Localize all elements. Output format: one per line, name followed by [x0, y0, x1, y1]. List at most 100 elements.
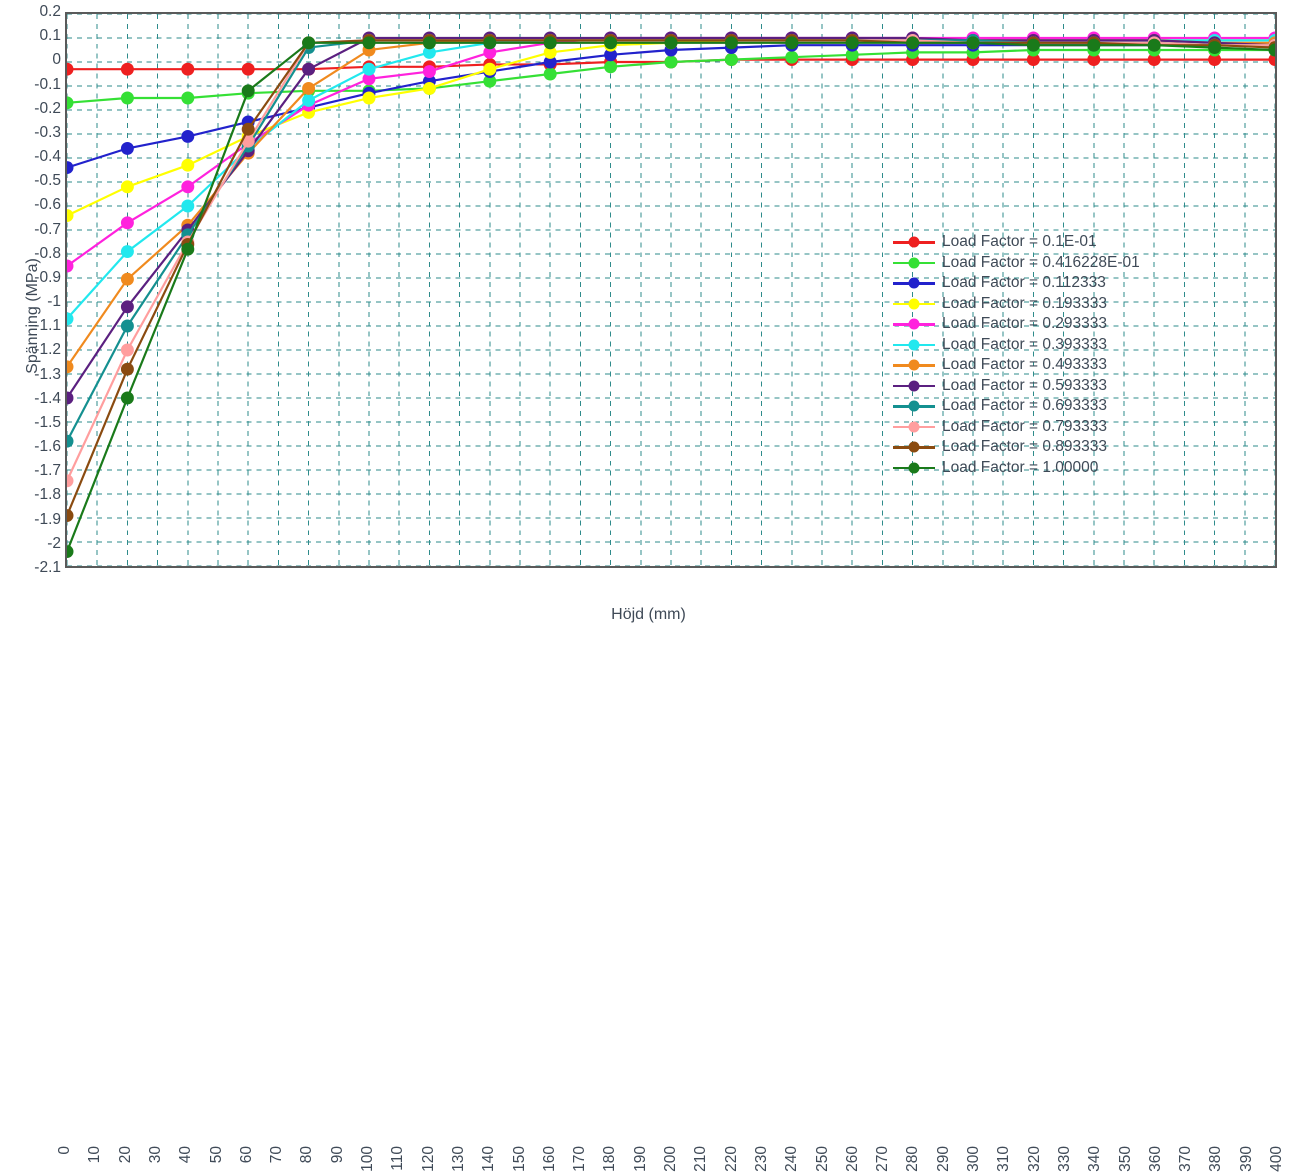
legend-swatch-marker-icon — [908, 380, 920, 392]
x-tick-label: 390 — [1237, 1146, 1255, 1172]
y-tick-label: -0.9 — [34, 268, 61, 286]
legend-item[interactable]: Load Factor = 0.393333 — [893, 335, 1140, 356]
y-tick-label: 0.1 — [39, 27, 61, 45]
x-tick-label: 220 — [722, 1146, 740, 1172]
x-tick-label: 160 — [540, 1146, 558, 1172]
legend-swatch-line — [893, 462, 935, 474]
x-tick-label: 90 — [328, 1146, 346, 1164]
legend-item[interactable]: Load Factor = 0.193333 — [893, 294, 1140, 315]
x-tick-label: 290 — [934, 1146, 952, 1172]
legend-label: Load Factor = 0.112333 — [942, 274, 1106, 292]
x-tick-label: 370 — [1177, 1146, 1195, 1172]
y-tick-label: -1.2 — [34, 341, 61, 359]
legend-label: Load Factor = 0.493333 — [942, 356, 1108, 374]
x-tick-label: 240 — [783, 1146, 801, 1172]
y-tick-label: 0.2 — [39, 3, 61, 20]
legend-item[interactable]: Load Factor = 0.112333 — [893, 273, 1140, 294]
x-tick-label: 100 — [359, 1146, 376, 1172]
legend-label: Load Factor = 0.393333 — [942, 335, 1108, 353]
y-tick-label: -0.3 — [34, 123, 61, 141]
legend-item[interactable]: Load Factor = 0.416228E-01 — [893, 253, 1140, 274]
legend-label: Load Factor = 0.293333 — [942, 315, 1108, 333]
chart-root: Spänning (MPa) Höjd (mm) 0.2 0.1 0 -0.1 -0.2… — [0, 0, 1297, 1172]
legend-swatch-marker-icon — [908, 236, 920, 248]
x-axis-title: Höjd (mm) — [611, 606, 686, 623]
legend-label: Load Factor = 0.693333 — [942, 397, 1108, 415]
y-tick-label: -1.7 — [34, 462, 61, 480]
x-tick-label: 140 — [480, 1146, 498, 1172]
x-tick-label: 320 — [1025, 1146, 1043, 1172]
legend-label: Load Factor = 0.193333 — [942, 294, 1108, 312]
y-tick-label: -1.4 — [34, 389, 61, 407]
legend-item[interactable]: Load Factor = 0.493333 — [893, 355, 1140, 376]
legend-item[interactable]: Load Factor = 0.1E-01 — [893, 232, 1140, 253]
legend-label: Load Factor = 0.593333 — [942, 376, 1108, 394]
legend-swatch-marker-icon — [908, 339, 920, 351]
legend-swatch-line — [893, 400, 935, 412]
legend-swatch-line — [893, 318, 935, 330]
y-tick-label: -0.5 — [34, 172, 61, 190]
x-tick-label: 190 — [631, 1146, 649, 1172]
legend-label: Load Factor = 0.416228E-01 — [942, 253, 1140, 271]
legend-swatch-marker-icon — [908, 441, 920, 453]
x-tick-label: 260 — [843, 1146, 861, 1172]
legend-swatch-marker-icon — [908, 462, 920, 474]
x-tick-label: 0 — [56, 1146, 73, 1155]
x-tick-label: 200 — [662, 1146, 679, 1172]
x-tick-label: 180 — [601, 1146, 619, 1172]
y-tick-label: -2 — [47, 534, 61, 552]
y-tick-label: -1.1 — [34, 317, 61, 335]
x-tick-label: 170 — [571, 1146, 589, 1172]
x-tick-label: 20 — [116, 1146, 134, 1164]
y-tick-label: -1.6 — [34, 438, 61, 456]
legend-label: Load Factor = 0.893333 — [942, 438, 1108, 456]
legend-swatch-marker-icon — [908, 277, 920, 289]
legend-swatch-line — [893, 236, 935, 248]
x-tick-label: 70 — [268, 1146, 286, 1164]
x-tick-label: 10 — [86, 1146, 104, 1164]
y-tick-label: -1.9 — [34, 510, 61, 528]
legend-swatch-marker-icon — [908, 359, 920, 371]
x-tick-label: 400 — [1268, 1146, 1285, 1172]
y-tick-label: -0.8 — [34, 244, 61, 262]
x-tick-label: 280 — [904, 1146, 922, 1172]
x-tick-label: 30 — [146, 1146, 164, 1164]
x-tick-label: 80 — [298, 1146, 316, 1164]
x-tick-label: 350 — [1116, 1146, 1134, 1172]
y-tick-label: -0.1 — [34, 75, 61, 93]
legend-item[interactable]: Load Factor = 0.693333 — [893, 396, 1140, 417]
y-tick-label: -0.7 — [34, 220, 61, 238]
y-tick-label: -1.8 — [34, 486, 61, 504]
legend-item[interactable]: Load Factor = 0.793333 — [893, 417, 1140, 438]
x-tick-label: 300 — [965, 1146, 982, 1172]
legend-swatch-line — [893, 380, 935, 392]
y-tick-label: -1.3 — [34, 365, 61, 383]
legend-item[interactable]: Load Factor = 1.00000 — [893, 458, 1140, 479]
y-tick-label: -0.6 — [34, 196, 61, 214]
x-tick-label: 150 — [510, 1146, 528, 1172]
legend-item[interactable]: Load Factor = 0.593333 — [893, 376, 1140, 397]
x-tick-label: 310 — [995, 1146, 1013, 1172]
x-tick-label: 130 — [449, 1146, 467, 1172]
legend-swatch-marker-icon — [908, 421, 920, 433]
legend-swatch-line — [893, 257, 935, 269]
legend-item[interactable]: Load Factor = 0.893333 — [893, 437, 1140, 458]
x-tick-label: 360 — [1146, 1146, 1164, 1172]
y-tick-label: 0 — [52, 51, 61, 69]
x-tick-label: 230 — [752, 1146, 770, 1172]
x-tick-label: 110 — [389, 1146, 407, 1171]
legend-swatch-line — [893, 359, 935, 371]
legend-swatch-line — [893, 277, 935, 289]
y-tick-label: -0.4 — [34, 148, 61, 166]
x-tick-label: 250 — [813, 1146, 831, 1172]
x-tick-label: 270 — [874, 1146, 892, 1172]
x-tick-label: 380 — [1207, 1146, 1225, 1172]
legend-label: Load Factor = 0.1E-01 — [942, 233, 1097, 251]
legend-swatch-line — [893, 339, 935, 351]
legend-swatch-marker-icon — [908, 400, 920, 412]
x-tick-label: 40 — [177, 1146, 195, 1164]
y-tick-label: -1 — [47, 293, 61, 311]
legend-swatch-marker-icon — [908, 257, 920, 269]
legend-swatch-line — [893, 421, 935, 433]
legend-item[interactable]: Load Factor = 0.293333 — [893, 314, 1140, 335]
